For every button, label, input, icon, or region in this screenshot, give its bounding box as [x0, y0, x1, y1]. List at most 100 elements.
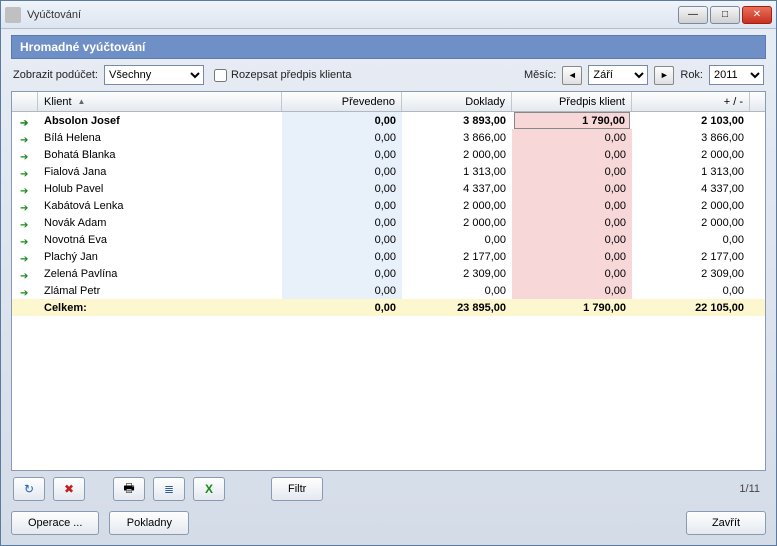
close-window-button[interactable]: ✕	[742, 6, 772, 24]
cell-diff: 3 866,00	[632, 129, 750, 146]
cell-transferred: 0,00	[282, 112, 402, 129]
cell-client-rule[interactable]: ✎1 790,00	[512, 112, 632, 129]
cell-client-rule: 0,00	[512, 163, 632, 180]
cell-documents: 2 309,00	[402, 265, 512, 282]
row-arrow-icon	[12, 112, 38, 129]
cell-client-rule: 0,00	[512, 248, 632, 265]
row-arrow-icon	[12, 146, 38, 163]
row-arrow-icon	[12, 214, 38, 231]
delete-button[interactable]: ✖	[53, 477, 85, 501]
cell-diff: 2 000,00	[632, 197, 750, 214]
cell-client-rule: 0,00	[512, 129, 632, 146]
expand-rule-checkbox[interactable]	[214, 69, 227, 82]
action-toolbar: ↻ ✖ 🖶 ≣ X Filtr 1/11	[11, 471, 766, 507]
maximize-button[interactable]: □	[710, 6, 740, 24]
month-select[interactable]: Září	[588, 65, 648, 85]
total-client-rule: 1 790,00	[512, 299, 632, 316]
col-header-client-rule[interactable]: Předpis klient	[512, 92, 632, 111]
close-button[interactable]: Zavřít	[686, 511, 766, 535]
table-row[interactable]: Holub Pavel0,004 337,000,004 337,00	[12, 180, 765, 197]
window-title: Vyúčtování	[27, 9, 678, 21]
excel-button[interactable]: X	[193, 477, 225, 501]
cell-transferred: 0,00	[282, 231, 402, 248]
month-next-button[interactable]: ►	[654, 66, 674, 85]
row-arrow-icon	[12, 282, 38, 299]
table-row[interactable]: Kabátová Lenka0,002 000,000,002 000,00	[12, 197, 765, 214]
cell-documents: 4 337,00	[402, 180, 512, 197]
chevron-left-icon: ◄	[568, 70, 577, 80]
row-arrow-icon	[12, 231, 38, 248]
table-row[interactable]: Plachý Jan0,002 177,000,002 177,00	[12, 248, 765, 265]
cell-transferred: 0,00	[282, 129, 402, 146]
cell-documents: 2 000,00	[402, 214, 512, 231]
cell-documents: 3 866,00	[402, 129, 512, 146]
cell-diff: 2 103,00	[632, 112, 750, 129]
row-arrow-icon	[12, 180, 38, 197]
table-row[interactable]: Zelená Pavlína0,002 309,000,002 309,00	[12, 265, 765, 282]
table-row[interactable]: Novotná Eva0,000,000,000,00	[12, 231, 765, 248]
col-header-documents[interactable]: Doklady	[402, 92, 512, 111]
table-row[interactable]: Fialová Jana0,001 313,000,001 313,00	[12, 163, 765, 180]
table-row[interactable]: Absolon Josef0,003 893,00✎1 790,002 103,…	[12, 112, 765, 129]
cell-diff: 0,00	[632, 231, 750, 248]
chevron-right-icon: ►	[660, 70, 669, 80]
table-row[interactable]: Bohatá Blanka0,002 000,000,002 000,00	[12, 146, 765, 163]
total-row: Celkem:0,0023 895,001 790,0022 105,00	[12, 299, 765, 316]
filter-toolbar: Zobrazit podúčet: Všechny Rozepsat předp…	[11, 59, 766, 91]
row-arrow-icon	[12, 163, 38, 180]
table-row[interactable]: Zlámal Petr0,000,000,000,00	[12, 282, 765, 299]
cell-documents: 2 177,00	[402, 248, 512, 265]
refresh-icon: ↻	[24, 482, 34, 496]
filter-button[interactable]: Filtr	[271, 477, 323, 501]
col-header-transferred[interactable]: Převedeno	[282, 92, 402, 111]
table-row[interactable]: Novák Adam0,002 000,000,002 000,00	[12, 214, 765, 231]
cell-client-rule: 0,00	[512, 146, 632, 163]
excel-icon: X	[205, 482, 213, 496]
delete-icon: ✖	[64, 482, 74, 496]
total-transferred: 0,00	[282, 299, 402, 316]
cell-transferred: 0,00	[282, 180, 402, 197]
col-header-diff[interactable]: + / -	[632, 92, 750, 111]
total-diff: 22 105,00	[632, 299, 750, 316]
row-arrow-icon	[12, 129, 38, 146]
table-row[interactable]: Bílá Helena0,003 866,000,003 866,00	[12, 129, 765, 146]
cell-diff: 2 177,00	[632, 248, 750, 265]
cell-client: Zelená Pavlína	[38, 265, 282, 282]
grid-body[interactable]: Absolon Josef0,003 893,00✎1 790,002 103,…	[12, 112, 765, 470]
year-label: Rok:	[680, 69, 703, 81]
cell-transferred: 0,00	[282, 197, 402, 214]
total-label: Celkem:	[38, 299, 282, 316]
cell-client-rule: 0,00	[512, 180, 632, 197]
cell-client-rule: 0,00	[512, 231, 632, 248]
list-button[interactable]: ≣	[153, 477, 185, 501]
pager-label: 1/11	[739, 483, 764, 495]
cell-transferred: 0,00	[282, 248, 402, 265]
app-icon	[5, 7, 21, 23]
col-header-icon[interactable]	[12, 92, 38, 111]
cell-diff: 2 309,00	[632, 265, 750, 282]
refresh-button[interactable]: ↻	[13, 477, 45, 501]
cell-client: Kabátová Lenka	[38, 197, 282, 214]
year-select[interactable]: 2011	[709, 65, 764, 85]
cashdesks-button[interactable]: Pokladny	[109, 511, 189, 535]
cell-documents: 1 313,00	[402, 163, 512, 180]
cell-client: Holub Pavel	[38, 180, 282, 197]
cell-client: Novotná Eva	[38, 231, 282, 248]
list-icon: ≣	[164, 482, 174, 496]
subaccount-label: Zobrazit podúčet:	[13, 69, 98, 81]
operations-button[interactable]: Operace ...	[11, 511, 99, 535]
minimize-button[interactable]: —	[678, 6, 708, 24]
cell-transferred: 0,00	[282, 214, 402, 231]
print-button[interactable]: 🖶	[113, 477, 145, 501]
col-header-client[interactable]: Klient▲	[38, 92, 282, 111]
cell-client: Plachý Jan	[38, 248, 282, 265]
bottom-toolbar: Operace ... Pokladny Zavřít	[11, 507, 766, 535]
month-label: Měsíc:	[524, 69, 556, 81]
titlebar[interactable]: Vyúčtování — □ ✕	[1, 1, 776, 29]
data-grid: Klient▲ Převedeno Doklady Předpis klient…	[11, 91, 766, 471]
cell-documents: 2 000,00	[402, 146, 512, 163]
subaccount-select[interactable]: Všechny	[104, 65, 204, 85]
cell-documents: 0,00	[402, 231, 512, 248]
month-prev-button[interactable]: ◄	[562, 66, 582, 85]
cell-client-rule: 0,00	[512, 282, 632, 299]
